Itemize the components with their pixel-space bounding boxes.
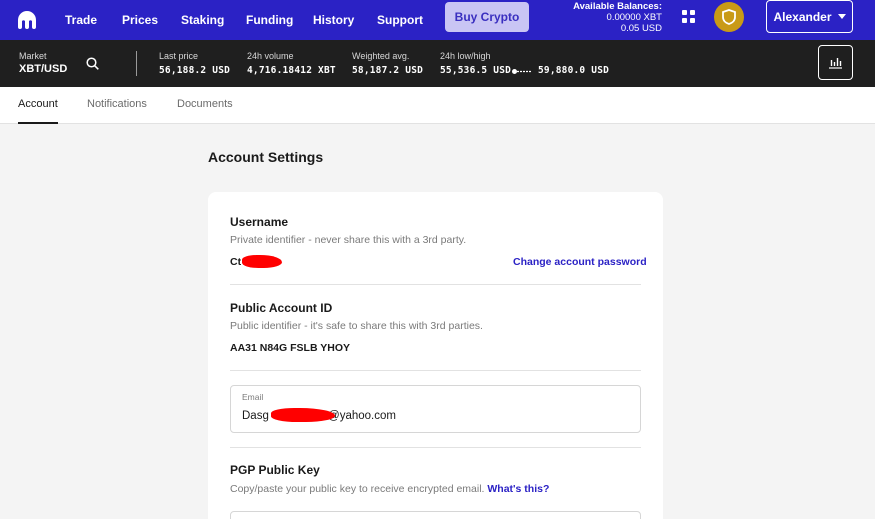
balance-xbt: 0.00000 XBT [606,12,662,23]
search-icon[interactable] [86,57,99,70]
nav-history[interactable]: History [313,0,354,40]
nav-staking[interactable]: Staking [181,0,224,40]
pgp-description: Copy/paste your public key to receive en… [230,483,549,495]
username-redaction [242,255,282,268]
chevron-down-icon [837,14,846,19]
range-indicator-icon [512,69,532,74]
ticker-divider [136,51,137,76]
email-redaction [271,408,335,422]
public-id-value: AA31 N84G FSLB YHOY [230,342,351,354]
balances-title: Available Balances: [573,1,662,12]
email-value-prefix: Dasg [242,410,269,422]
nav-support[interactable]: Support [377,0,423,40]
top-nav: Trade Prices Staking Funding History Sup… [0,0,875,40]
tab-notifications[interactable]: Notifications [87,87,147,124]
username-value: Ct [230,256,242,268]
balance-usd: 0.05 USD [620,23,662,34]
logo-icon[interactable] [16,9,38,31]
apps-grid-icon[interactable] [682,10,695,23]
volume-label: 24h volume [247,51,294,61]
buy-crypto-button[interactable]: Buy Crypto [445,2,529,32]
last-price-label: Last price [159,51,199,61]
pgp-key-input[interactable] [230,511,641,519]
nav-funding[interactable]: Funding [246,0,293,40]
divider [230,284,641,285]
username-description: Private identifier - never share this wi… [230,234,467,246]
username-title: Username [230,215,289,229]
divider [230,447,641,448]
change-password-link[interactable]: Change account password [513,256,647,268]
high-value: 59,880.0 USD [538,65,610,76]
weighted-avg-value: 58,187.2 USD [352,65,424,76]
page-title: Account Settings [208,149,324,165]
verification-badge[interactable] [714,2,744,32]
user-name: Alexander [773,9,832,24]
tab-account[interactable]: Account [18,87,58,124]
user-menu-button[interactable]: Alexander [766,0,853,33]
chart-button[interactable] [818,45,853,80]
email-field[interactable]: Email Dasg t@yahoo.com [230,385,641,433]
shield-icon [722,9,736,25]
email-value-suffix: t@yahoo.com [324,410,396,422]
public-id-title: Public Account ID [230,301,333,315]
volume-value: 4,716.18412 XBT [247,65,336,76]
available-balances[interactable]: Available Balances: 0.00000 XBT 0.05 USD [560,1,662,34]
nav-prices[interactable]: Prices [122,0,158,40]
nav-trade[interactable]: Trade [65,0,97,40]
market-label: Market [19,51,47,61]
low-value: 55,536.5 USD [440,65,512,76]
settings-tabs: Account Notifications Documents [0,87,875,124]
email-label: Email [242,392,264,402]
pgp-title: PGP Public Key [230,463,320,477]
tab-documents[interactable]: Documents [177,87,233,124]
weighted-avg-label: Weighted avg. [352,51,410,61]
last-price-value: 56,188.2 USD [159,65,231,76]
whats-this-link[interactable]: What's this? [487,483,549,495]
pgp-description-text: Copy/paste your public key to receive en… [230,483,485,495]
market-selector[interactable]: XBT/USD [19,63,67,75]
public-id-description: Public identifier - it's safe to share t… [230,320,483,332]
account-settings-card: Username Private identifier - never shar… [208,192,663,519]
market-ticker: Market XBT/USD Last price 56,188.2 USD 2… [0,40,875,87]
low-high-label: 24h low/high [440,51,491,61]
divider [230,370,641,371]
chart-icon [829,58,842,69]
